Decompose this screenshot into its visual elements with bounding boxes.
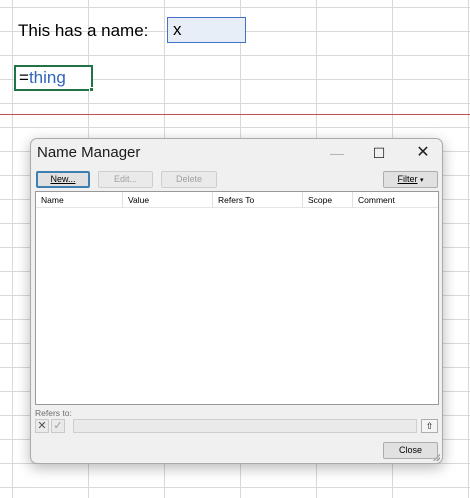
close-button[interactable]: Close — [383, 442, 438, 459]
cancel-x-icon[interactable]: ✕ — [35, 419, 49, 433]
column-header-comment[interactable]: Comment — [353, 192, 439, 208]
minimize-icon: — — [330, 145, 344, 161]
formula-cell[interactable]: =thing — [14, 65, 93, 91]
filter-button-label: Filter — [397, 174, 418, 184]
formula-equals: = — [19, 68, 29, 87]
page-break-line — [0, 114, 470, 115]
names-list[interactable]: Name Value Refers To Scope Comment — [35, 191, 439, 405]
refers-to-field[interactable] — [73, 419, 417, 433]
column-header-refers-to[interactable]: Refers To — [213, 192, 303, 208]
list-header: Name Value Refers To Scope Comment — [36, 192, 438, 208]
column-header-value[interactable]: Value — [123, 192, 213, 208]
formula-reference: thing — [28, 68, 66, 87]
named-cell[interactable]: x — [167, 17, 246, 43]
label-cell[interactable]: This has a name: — [18, 21, 148, 41]
close-icon[interactable]: ✕ — [403, 141, 443, 165]
edit-button[interactable]: Edit... — [98, 171, 153, 188]
refers-to-label: Refers to: — [35, 408, 72, 418]
column-header-scope[interactable]: Scope — [303, 192, 353, 208]
dialog-title: Name Manager — [37, 144, 141, 161]
column-header-name[interactable]: Name — [36, 192, 123, 208]
checkmark-icon[interactable]: ✓ — [51, 419, 65, 433]
maximize-icon[interactable]: ☐ — [359, 141, 399, 165]
chevron-down-icon: ▾ — [420, 177, 424, 184]
name-manager-dialog: Name Manager — ☐ ✕ New... Edit... Delete… — [30, 138, 443, 464]
fill-handle[interactable] — [89, 87, 94, 92]
resize-grip-icon[interactable] — [432, 453, 440, 461]
title-bar[interactable]: Name Manager — ☐ ✕ — [31, 139, 442, 169]
new-button[interactable]: New... — [36, 171, 90, 188]
delete-button[interactable]: Delete — [161, 171, 217, 188]
filter-button[interactable]: Filter ▾ — [383, 171, 438, 188]
collapse-dialog-icon[interactable]: ⇧ — [421, 419, 438, 433]
new-button-label: New... — [50, 174, 76, 184]
